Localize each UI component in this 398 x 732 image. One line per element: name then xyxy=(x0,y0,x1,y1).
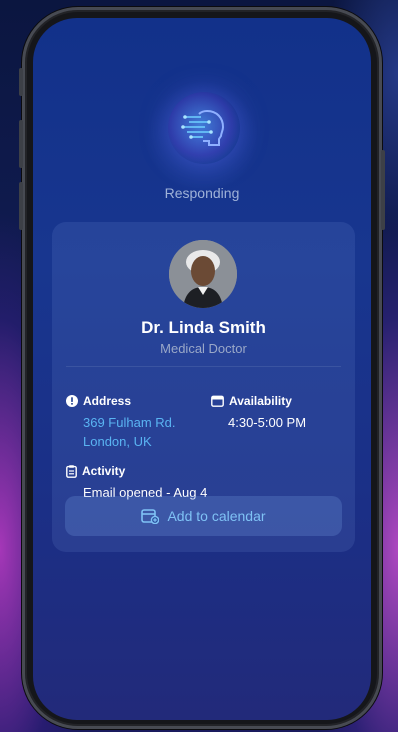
address-label: Address xyxy=(66,394,131,408)
contact-title: Medical Doctor xyxy=(160,341,247,356)
divider xyxy=(66,366,341,367)
avatar xyxy=(169,240,237,308)
status-text: Responding xyxy=(164,185,240,201)
activity-label: Activity xyxy=(66,464,125,478)
availability-label: Availability xyxy=(211,394,292,408)
contact-name: Dr. Linda Smith xyxy=(141,318,266,337)
contact-card: Dr. Linda Smith Medical Doctor Address 3… xyxy=(52,222,355,552)
add-to-calendar-label: Add to calendar xyxy=(167,508,266,524)
clipboard-icon xyxy=(66,464,77,478)
phone-volume-down xyxy=(19,182,23,230)
info-circle-icon xyxy=(66,395,78,407)
availability-value: 4:30-5:00 PM xyxy=(228,415,307,430)
phone-volume-up xyxy=(19,120,23,168)
ai-head-circuit-icon xyxy=(168,92,240,164)
calendar-icon xyxy=(211,395,224,407)
phone-mute-switch xyxy=(19,68,23,96)
phone-power-button xyxy=(381,150,385,230)
add-to-calendar-button[interactable]: Add to calendar xyxy=(65,496,342,536)
phone-screen: Responding Dr. Linda Smith Medical Docto… xyxy=(33,18,371,720)
address-value[interactable]: 369 Fulham Rd. London, UK xyxy=(83,413,176,451)
calendar-add-icon xyxy=(141,509,160,524)
